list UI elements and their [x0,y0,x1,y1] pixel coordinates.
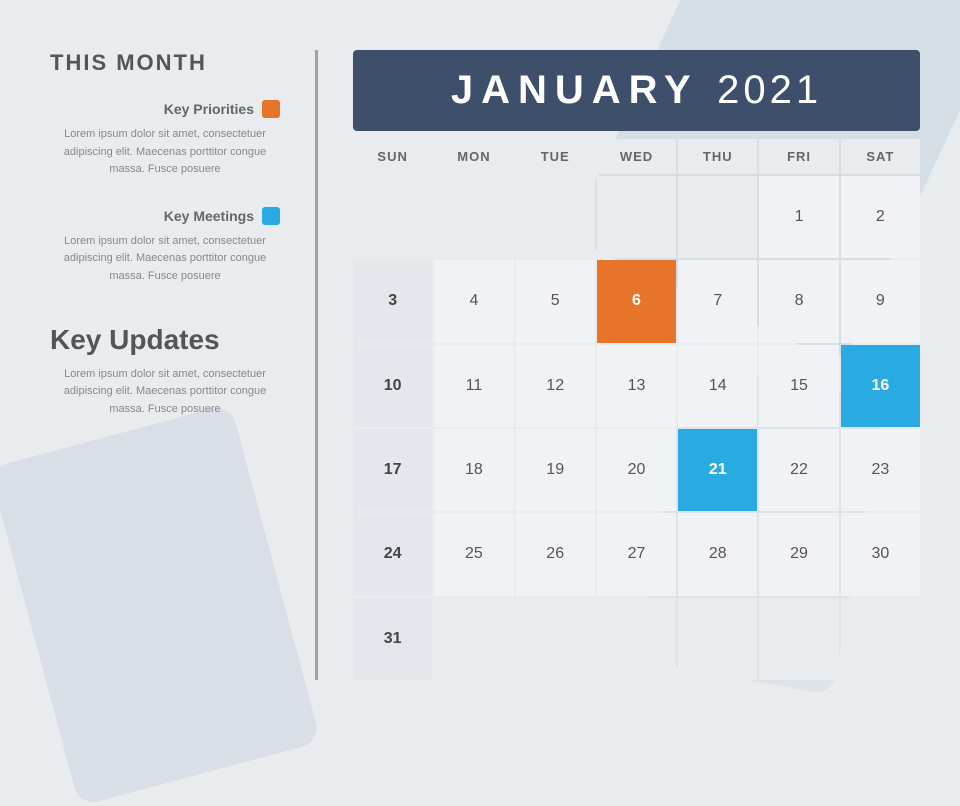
day-25: 25 [434,513,513,595]
calendar-year: 2021 [717,68,822,112]
key-priorities-header: Key Priorities [50,100,280,118]
calendar-title: JANUARY 2021 [451,68,822,112]
day-28: 28 [678,513,757,595]
key-updates-text: Lorem ipsum dolor sit amet, consectetuer… [50,366,280,419]
day-22: 22 [759,429,838,511]
day-4: 4 [434,260,513,342]
day-empty [678,176,757,258]
day-8: 8 [759,260,838,342]
calendar-section: JANUARY 2021 SUN MON TUE WED THU FRI SAT… [353,50,920,680]
calendar-grid: SUN MON TUE WED THU FRI SAT 1 2 3 4 5 6 … [353,139,920,680]
day-19: 19 [516,429,595,511]
day-1: 1 [759,176,838,258]
day-empty [597,176,676,258]
day-14: 14 [678,345,757,427]
day-16: 16 [841,345,920,427]
sidebar: THIS MONTH Key Priorities Lorem ipsum do… [50,50,280,680]
calendar-header: JANUARY 2021 [353,50,920,131]
key-meetings-text: Lorem ipsum dolor sit amet, consectetuer… [50,233,280,286]
day-header-tue: TUE [516,139,595,174]
day-9: 9 [841,260,920,342]
day-20: 20 [597,429,676,511]
key-priorities-dot [262,100,280,118]
day-3: 3 [353,260,432,342]
day-23: 23 [841,429,920,511]
day-17: 17 [353,429,432,511]
day-21: 21 [678,429,757,511]
day-empty [678,598,757,680]
day-empty [597,598,676,680]
day-header-wed: WED [597,139,676,174]
day-29: 29 [759,513,838,595]
day-18: 18 [434,429,513,511]
vertical-divider [315,50,318,680]
day-12: 12 [516,345,595,427]
day-empty [434,176,513,258]
main-container: THIS MONTH Key Priorities Lorem ipsum do… [0,0,960,720]
day-10: 10 [353,345,432,427]
day-empty [353,176,432,258]
day-empty [759,598,838,680]
sidebar-title: THIS MONTH [50,50,280,76]
day-15: 15 [759,345,838,427]
day-24: 24 [353,513,432,595]
day-header-fri: FRI [759,139,838,174]
day-11: 11 [434,345,513,427]
key-updates-title: Key Updates [50,324,280,356]
key-meetings-header: Key Meetings [50,207,280,225]
day-empty [516,598,595,680]
day-header-sat: SAT [841,139,920,174]
day-13: 13 [597,345,676,427]
day-header-thu: THU [678,139,757,174]
day-30: 30 [841,513,920,595]
day-6: 6 [597,260,676,342]
day-31: 31 [353,598,432,680]
day-header-sun: SUN [353,139,432,174]
day-27: 27 [597,513,676,595]
day-5: 5 [516,260,595,342]
day-empty [434,598,513,680]
key-priorities-text: Lorem ipsum dolor sit amet, consectetuer… [50,126,280,179]
day-empty [841,598,920,680]
day-7: 7 [678,260,757,342]
key-meetings-label: Key Meetings [164,208,254,224]
key-priorities-label: Key Priorities [164,101,254,117]
day-26: 26 [516,513,595,595]
key-meetings-dot [262,207,280,225]
day-header-mon: MON [434,139,513,174]
calendar-month: JANUARY [451,68,698,112]
day-empty [516,176,595,258]
day-2: 2 [841,176,920,258]
